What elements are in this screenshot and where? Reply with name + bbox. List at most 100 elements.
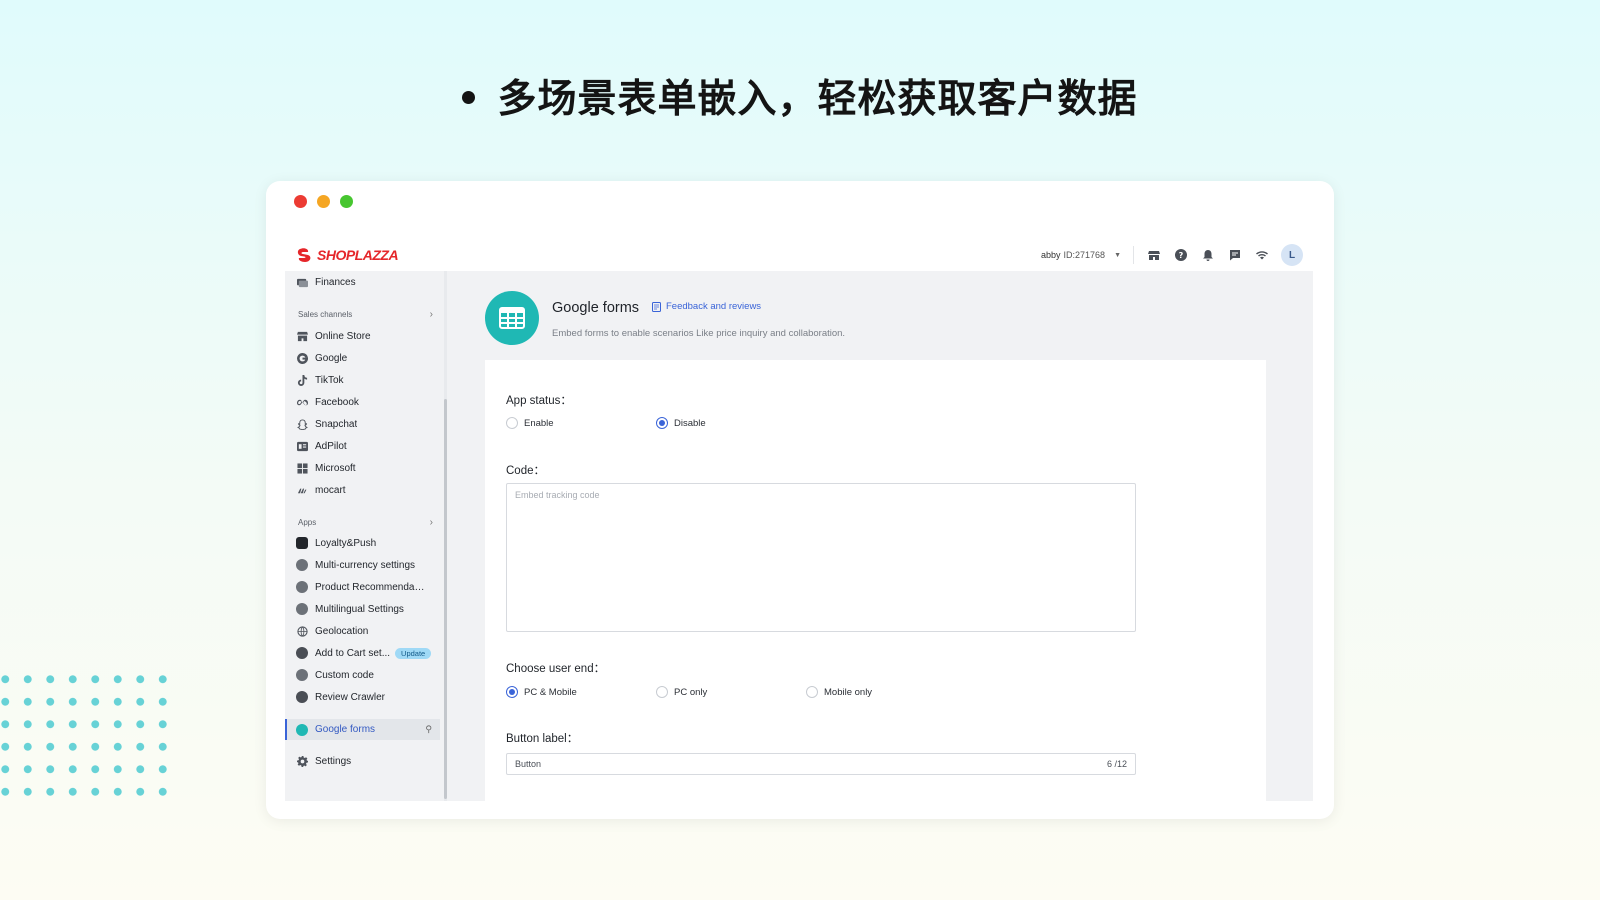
radio-circle-selected[interactable] (506, 686, 518, 698)
code-textarea[interactable]: Embed tracking code (506, 483, 1136, 632)
radio-pc-mobile[interactable]: PC & Mobile (506, 686, 577, 698)
sidebar-item-label: Product Recommendati... (315, 581, 427, 593)
sidebar-item-label: TikTok (315, 374, 344, 386)
sidebar-item-settings[interactable]: Settings (285, 751, 440, 771)
sidebar-item-label: Add to Cart set... (315, 647, 391, 659)
radio-enable[interactable]: Enable (506, 417, 554, 429)
review-icon (296, 691, 308, 703)
input-value: Button (515, 759, 542, 769)
sidebar-item-online-store[interactable]: Online Store (285, 326, 440, 346)
radio-circle-selected[interactable] (656, 417, 668, 429)
app-body: Finances Sales channels › Online Store G… (285, 271, 1313, 801)
page-title: Google forms (552, 300, 640, 316)
admin-app: SHOPLAZZA abby ID:271768 ▼ ? L Finances … (285, 239, 1313, 801)
sidebar-item-loyalty-push[interactable]: Loyalty&Push (285, 533, 440, 553)
sidebar-item-label: Online Store (315, 330, 371, 342)
tiktok-icon (296, 374, 308, 386)
sidebar-item-custom-code[interactable]: Custom code (285, 665, 440, 685)
sidebar-item-add-to-cart[interactable]: Add to Cart set... Update (285, 643, 440, 663)
sidebar-item-label: Settings (315, 755, 352, 767)
chevron-right-icon: › (429, 517, 433, 528)
sidebar-item-label: Custom code (315, 669, 374, 681)
gear-icon (296, 755, 308, 767)
snapchat-icon (296, 418, 308, 430)
sidebar-item-adpilot[interactable]: AdPilot (285, 436, 440, 456)
window-controls (294, 195, 353, 208)
shoplazza-logo[interactable]: SHOPLAZZA (297, 247, 399, 263)
translate-icon (296, 603, 308, 615)
code-placeholder: Embed tracking code (515, 490, 600, 500)
sidebar-item-google[interactable]: Google (285, 348, 440, 368)
sidebar-item-review-crawler[interactable]: Review Crawler (285, 687, 440, 707)
finances-icon (296, 276, 308, 288)
radio-circle[interactable] (506, 417, 518, 429)
maximize-window-icon[interactable] (340, 195, 353, 208)
section-title: Apps (298, 518, 317, 527)
headline-text: 多场景表单嵌入，轻松获取客户数据 (497, 77, 1138, 122)
radio-disable[interactable]: Disable (656, 417, 706, 429)
close-window-icon[interactable] (294, 195, 307, 208)
code-label: Code： (506, 465, 545, 477)
google-icon (296, 352, 308, 364)
sidebar-item-multilingual[interactable]: Multilingual Settings (285, 599, 440, 619)
sales-channels-header[interactable]: Sales channels › (298, 309, 433, 320)
globe-icon (296, 625, 308, 637)
button-label-input[interactable]: Button 6 /12 (506, 753, 1136, 775)
sidebar-item-label: Geolocation (315, 625, 369, 637)
feedback-link-text: Feedback and reviews (666, 301, 762, 312)
sidebar-item-microsoft[interactable]: Microsoft (285, 458, 440, 478)
sidebar-item-tiktok[interactable]: TikTok (285, 370, 440, 390)
chevron-right-icon: › (429, 309, 433, 320)
char-counter: 6 /12 (1106, 759, 1127, 769)
sidebar-item-label: AdPilot (315, 440, 347, 452)
store-id: ID:271768 (1063, 250, 1106, 260)
wifi-icon[interactable] (1248, 249, 1275, 261)
sidebar-item-google-forms[interactable]: Google forms ⚲ (285, 719, 440, 740)
sidebar-item-geolocation[interactable]: Geolocation (285, 621, 440, 641)
minimize-window-icon[interactable] (317, 195, 330, 208)
button-label-label: Button label： (506, 733, 579, 745)
app-description: Embed forms to enable scenarios Like pri… (552, 328, 846, 339)
radio-mobile-only[interactable]: Mobile only (806, 686, 872, 698)
sidebar-item-facebook[interactable]: Facebook (285, 392, 440, 412)
mocart-icon (296, 484, 308, 496)
meta-icon (296, 396, 308, 408)
caret-down-icon: ▼ (1114, 251, 1121, 259)
settings-card: App status： Enable Disable Code： Embed t… (485, 360, 1266, 801)
sidebar-item-multi-currency[interactable]: Multi-currency settings (285, 555, 440, 575)
avatar[interactable]: L (1281, 244, 1303, 266)
code-icon (296, 669, 308, 681)
sidebar-item-product-recommendations[interactable]: Product Recommendati... (285, 577, 440, 597)
radio-label: Mobile only (824, 686, 873, 698)
thumbs-up-icon (296, 581, 308, 593)
google-forms-app-icon (485, 291, 539, 345)
shoplazza-logo-icon (297, 248, 311, 262)
sidebar-item-label: Facebook (315, 396, 359, 408)
help-icon[interactable]: ? (1167, 249, 1194, 261)
apps-header[interactable]: Apps › (298, 517, 433, 528)
radio-circle[interactable] (656, 686, 668, 698)
pin-icon[interactable]: ⚲ (425, 724, 432, 735)
feedback-link[interactable]: Feedback and reviews (652, 301, 761, 312)
radio-label: PC only (674, 686, 708, 698)
sidebar-item-snapchat[interactable]: Snapchat (285, 414, 440, 434)
message-icon[interactable] (1221, 249, 1248, 261)
cart-icon (296, 647, 308, 659)
store-selector[interactable]: abby ID:271768 ▼ (1041, 246, 1134, 264)
google-forms-icon (296, 723, 308, 736)
microsoft-icon (296, 462, 308, 474)
sidebar-item-mocart[interactable]: mocart (285, 480, 440, 500)
store-name: abby (1040, 250, 1061, 260)
radio-pc-only[interactable]: PC only (656, 686, 707, 698)
sidebar-item-finances[interactable]: Finances (285, 272, 440, 292)
page-headline: 多场景表单嵌入，轻松获取客户数据 (0, 68, 1600, 124)
store-icon[interactable] (1140, 249, 1167, 261)
section-title: Sales channels (298, 310, 353, 319)
decorative-dot-grid (0, 668, 170, 800)
logo-text: SHOPLAZZA (317, 247, 399, 263)
radio-label: Disable (674, 417, 706, 429)
sidebar-item-label: Review Crawler (315, 691, 386, 703)
adpilot-icon (296, 440, 308, 452)
bell-icon[interactable] (1194, 249, 1221, 261)
radio-circle[interactable] (806, 686, 818, 698)
